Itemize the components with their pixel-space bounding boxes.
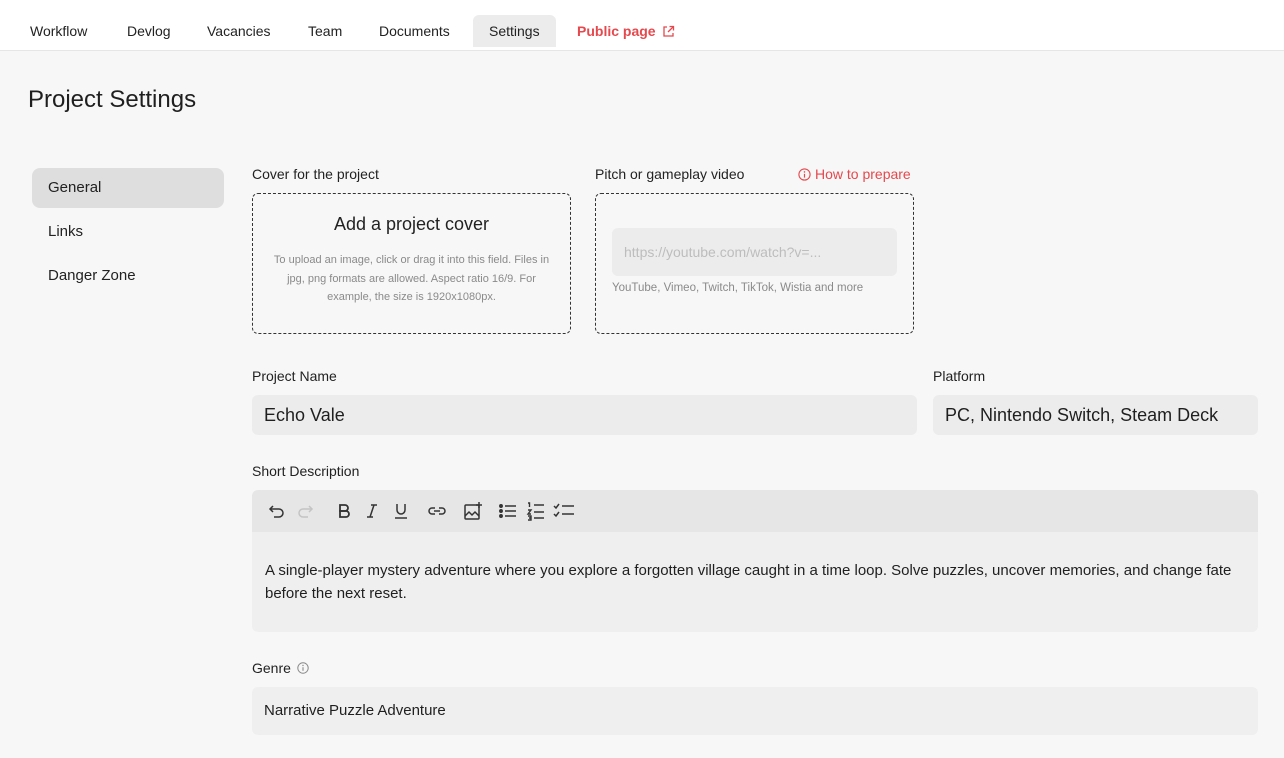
info-icon[interactable] [297, 661, 309, 677]
project-name-label: Project Name [252, 368, 337, 384]
sidebar-item-general[interactable]: General [32, 168, 224, 208]
genre-input[interactable]: Narrative Puzzle Adventure [252, 687, 1258, 735]
sidebar-item-links[interactable]: Links [32, 212, 224, 252]
tab-team[interactable]: Team [292, 15, 358, 47]
tab-public-page[interactable]: Public page [561, 15, 691, 47]
tab-workflow[interactable]: Workflow [14, 15, 103, 47]
short-description-editor[interactable]: A single-player mystery adventure where … [252, 532, 1258, 632]
undo-icon[interactable] [266, 500, 288, 522]
public-page-label: Public page [577, 23, 656, 39]
genre-label: Genre [252, 660, 309, 677]
numbered-list-icon[interactable] [525, 500, 547, 522]
editor-toolbar [252, 490, 1258, 532]
video-hint: YouTube, Vimeo, Twitch, TikTok, Wistia a… [612, 282, 864, 294]
short-description-label: Short Description [252, 463, 360, 479]
video-url-input[interactable] [612, 228, 897, 276]
bullet-list-icon[interactable] [497, 500, 519, 522]
cover-description: To upload an image, click or drag it int… [273, 254, 550, 303]
cover-title: Add a project cover [333, 214, 490, 234]
info-icon [798, 168, 811, 181]
page-title: Project Settings [28, 86, 197, 113]
italic-icon[interactable] [361, 500, 383, 522]
platform-input[interactable]: PC, Nintendo Switch, Steam Deck [933, 395, 1258, 435]
checklist-icon[interactable] [553, 500, 575, 522]
external-link-icon [662, 17, 675, 49]
video-label: Pitch or gameplay video [595, 166, 745, 182]
redo-icon[interactable] [294, 500, 316, 522]
how-to-prepare-link[interactable]: How to prepare [798, 166, 911, 182]
link-icon[interactable] [426, 500, 448, 522]
genre-label-text: Genre [252, 660, 291, 676]
video-box: YouTube, Vimeo, Twitch, TikTok, Wistia a… [595, 193, 914, 334]
top-navigation: Workflow Devlog Vacancies Team Documents… [0, 0, 1284, 51]
underline-icon[interactable] [390, 500, 412, 522]
how-to-prepare-label: How to prepare [815, 166, 911, 182]
tab-documents[interactable]: Documents [363, 15, 466, 47]
tab-vacancies[interactable]: Vacancies [191, 15, 287, 47]
platform-label: Platform [933, 368, 986, 384]
bold-icon[interactable] [333, 500, 355, 522]
project-name-input[interactable]: Echo Vale [252, 395, 917, 435]
cover-upload-dropzone[interactable]: Add a project cover To upload an image, … [252, 193, 571, 334]
tab-settings[interactable]: Settings [473, 15, 556, 47]
sidebar-item-danger-zone[interactable]: Danger Zone [32, 256, 224, 296]
tab-devlog[interactable]: Devlog [111, 15, 187, 47]
cover-label: Cover for the project [252, 166, 379, 182]
image-icon[interactable] [462, 500, 484, 522]
